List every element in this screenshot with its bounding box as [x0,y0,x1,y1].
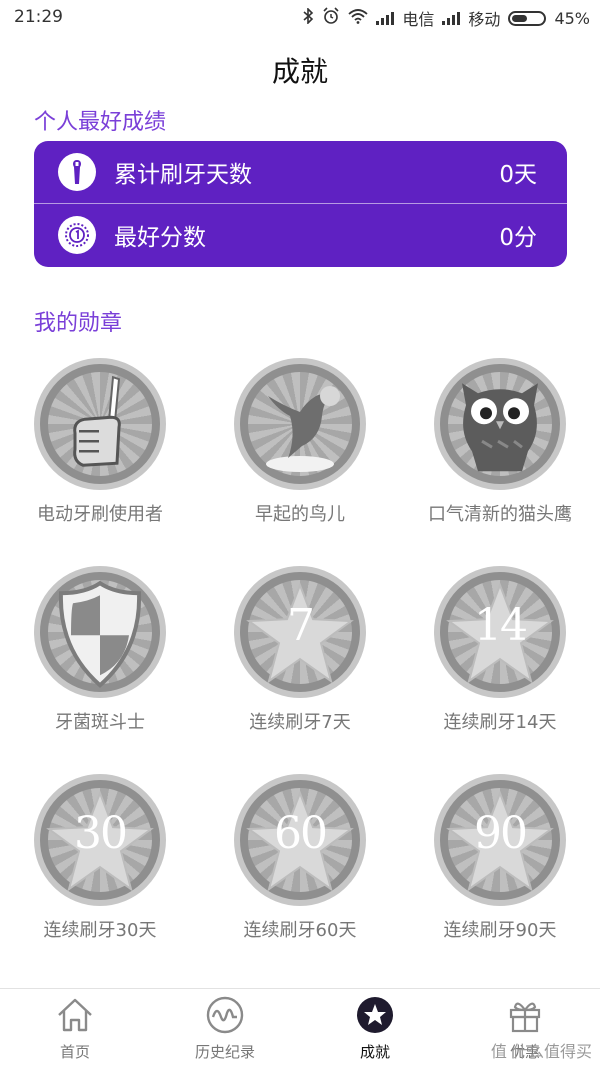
medal-disc [234,358,366,490]
medal-disc [34,358,166,490]
medal-disc: 60 [234,774,366,906]
home-icon [58,998,92,1032]
status-icons: 电信 移动 45% [302,6,590,30]
status-bar: 21:29 电信 移动 45% [0,0,600,34]
carrier-1: 电信 [402,10,435,29]
bird-icon [266,386,340,472]
medal-streak-14[interactable]: 14 连续刷牙14天 [400,566,600,734]
carrier-2: 移动 [468,10,501,29]
nav-label: 历史纪录 [194,1043,255,1061]
streak-number: 14 [474,600,528,651]
medal-disc [34,566,166,698]
medals-title: 我的勋章 [34,311,123,336]
streak-number: 90 [474,808,528,859]
page-title: 成就 [271,55,328,88]
medal-disc: 7 [234,566,366,698]
stat-row-best-score: 最好分数 0分 [34,203,567,266]
ribbon-medal-icon [58,216,96,254]
thumbs-up-toothbrush-icon [73,375,121,467]
nav-history[interactable]: 历史纪录 [150,995,300,1062]
medal-fresh-breath-owl[interactable]: 口气清新的猫头鹰 [400,358,600,526]
medal-label: 连续刷牙7天 [249,712,351,733]
medal-toothbrush-user[interactable]: 电动牙刷使用者 [0,358,200,526]
nav-label: 成就 [359,1043,390,1061]
stat-label: 累计刷牙天数 [114,162,252,188]
personal-best-card: 累计刷牙天数 0天 最好分数 0分 [34,141,567,267]
stat-value: 0天 [499,162,537,188]
medal-streak-30[interactable]: 30 连续刷牙30天 [0,774,200,942]
owl-icon [462,383,538,472]
medal-label: 连续刷牙30天 [43,920,157,941]
star-circle-icon [357,997,393,1033]
signal-icon [442,11,461,25]
nav-achievements[interactable]: 成就 [300,995,450,1062]
watermark: 值 什么值得买 [490,1042,592,1061]
medal-streak-7[interactable]: 7 连续刷牙7天 [200,566,400,734]
medal-label: 牙菌斑斗士 [55,712,145,733]
stat-value: 0分 [499,225,537,251]
alarm-icon [322,7,340,29]
shield-icon [58,580,142,688]
medal-disc: 90 [434,774,566,906]
streak-number: 30 [74,808,128,859]
medal-disc: 14 [434,566,566,698]
medal-label: 连续刷牙90天 [443,920,557,941]
medal-label: 口气清新的猫头鹰 [428,504,572,525]
medal-disc: 30 [34,774,166,906]
nav-label: 首页 [59,1043,90,1061]
toothbrush-icon [58,153,96,191]
medal-label: 连续刷牙60天 [243,920,357,941]
nav-home[interactable]: 首页 [0,995,150,1062]
medal-label: 连续刷牙14天 [443,712,557,733]
wifi-icon [348,8,369,28]
battery-icon [508,10,547,26]
medal-early-bird[interactable]: 早起的鸟儿 [200,358,400,526]
battery-percent: 45% [554,8,590,28]
medal-label: 电动牙刷使用者 [37,504,163,525]
medal-disc [434,358,566,490]
signal-icon [376,11,395,25]
stat-row-brush-days: 累计刷牙天数 0天 [34,141,567,203]
status-time: 21:29 [14,7,63,27]
bluetooth-icon [302,7,314,28]
gift-icon [509,1002,541,1033]
medal-streak-60[interactable]: 60 连续刷牙60天 [200,774,400,942]
streak-number: 60 [274,808,328,859]
history-wave-icon [206,996,244,1034]
stat-label: 最好分数 [114,225,206,251]
medal-streak-90[interactable]: 90 连续刷牙90天 [400,774,600,942]
medal-plaque-fighter[interactable]: 牙菌斑斗士 [0,566,200,734]
streak-number: 7 [287,600,315,651]
medal-label: 早起的鸟儿 [255,504,345,525]
bottom-nav: 首页 历史纪录 成就 优惠 值 什么值得买 [0,988,600,1068]
personal-best-title: 个人最好成绩 [34,110,167,135]
